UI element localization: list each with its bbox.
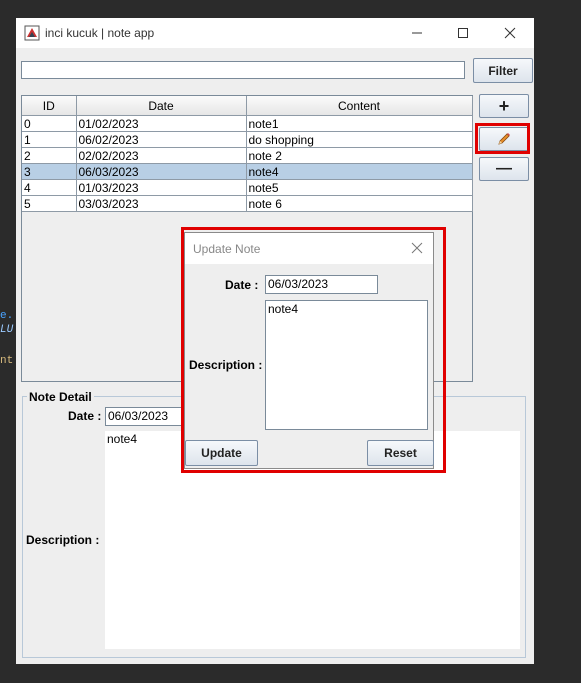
table-row-selected[interactable]: 3 06/03/2023 note4 — [22, 163, 473, 180]
cell-date[interactable]: 06/03/2023 — [75, 163, 247, 180]
minimize-button[interactable] — [394, 18, 440, 48]
add-note-button[interactable]: + — [479, 94, 529, 118]
cell-id[interactable]: 4 — [22, 179, 77, 196]
notes-table[interactable]: ID Date Content 0 01/02/2023 note1 1 06/… — [22, 96, 473, 212]
background-code-fragment: LU — [0, 324, 14, 336]
detail-description-label: Description : — [26, 533, 100, 547]
cell-date[interactable]: 01/02/2023 — [75, 115, 247, 132]
close-icon — [504, 27, 516, 39]
table-row[interactable]: 5 03/03/2023 note 6 — [22, 195, 473, 212]
cell-date[interactable]: 06/02/2023 — [75, 131, 247, 148]
detail-date-field[interactable]: 06/03/2023 — [105, 407, 185, 426]
cell-date[interactable]: 03/03/2023 — [75, 195, 247, 212]
plus-icon: + — [498, 95, 510, 116]
filter-button[interactable]: Filter — [473, 58, 533, 83]
table-row[interactable]: 0 01/02/2023 note1 — [22, 115, 473, 132]
cell-content[interactable]: do shopping — [245, 131, 473, 148]
column-header-id[interactable]: ID — [22, 96, 77, 116]
cell-date[interactable]: 01/03/2023 — [75, 179, 247, 196]
title-bar: inci kucuk | note app — [16, 18, 534, 48]
cell-content[interactable]: note1 — [245, 115, 473, 132]
maximize-icon — [458, 28, 468, 38]
close-window-button[interactable] — [487, 18, 533, 48]
note-detail-legend: Note Detail — [27, 390, 94, 404]
remove-note-button[interactable]: — — [479, 157, 529, 181]
cell-id[interactable]: 5 — [22, 195, 77, 212]
column-header-content[interactable]: Content — [245, 96, 473, 116]
minimize-icon — [412, 32, 422, 34]
cell-id[interactable]: 0 — [22, 115, 77, 132]
filter-input[interactable] — [21, 61, 465, 79]
cell-date[interactable]: 02/02/2023 — [75, 147, 247, 164]
cell-id[interactable]: 1 — [22, 131, 77, 148]
maximize-button[interactable] — [440, 18, 486, 48]
cell-content[interactable]: note4 — [245, 163, 473, 180]
background-code-fragment: nt — [0, 355, 14, 367]
cell-id[interactable]: 3 — [22, 163, 77, 180]
minus-icon: — — [496, 160, 512, 177]
cell-content[interactable]: note 2 — [245, 147, 473, 164]
window-title: inci kucuk | note app — [45, 26, 155, 40]
table-row[interactable]: 2 02/02/2023 note 2 — [22, 147, 473, 164]
background-code-fragment: e. — [0, 310, 14, 322]
dialog-highlight — [181, 227, 446, 473]
edit-button-highlight — [475, 123, 530, 154]
detail-date-label: Date : — [68, 409, 102, 423]
table-row[interactable]: 4 01/03/2023 note5 — [22, 179, 473, 196]
cell-id[interactable]: 2 — [22, 147, 77, 164]
column-header-date[interactable]: Date — [75, 96, 247, 116]
cell-content[interactable]: note5 — [245, 179, 473, 196]
table-row[interactable]: 1 06/02/2023 do shopping — [22, 131, 473, 148]
cell-content[interactable]: note 6 — [245, 195, 473, 212]
java-app-icon — [24, 25, 40, 41]
